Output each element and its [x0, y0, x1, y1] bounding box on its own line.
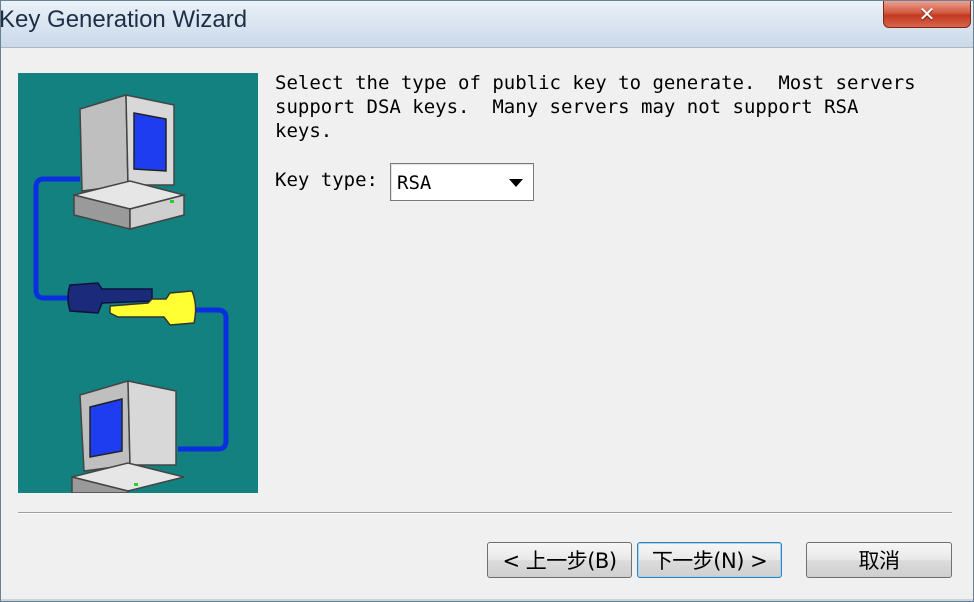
next-button[interactable]: 下一步(N) > — [637, 542, 782, 578]
computer-icon — [73, 93, 187, 230]
computer-icon — [71, 380, 185, 494]
chevron-down-icon[interactable] — [509, 179, 523, 187]
key-type-label: Key type: — [275, 169, 378, 191]
wizard-illustration — [18, 73, 258, 494]
window-title: Key Generation Wizard — [0, 6, 248, 33]
key-type-value: RSA — [397, 172, 432, 194]
close-icon: ✕ — [918, 2, 936, 26]
key-type-select[interactable]: RSA — [390, 163, 534, 201]
wizard-body: Select the type of public key to generat… — [1, 47, 973, 599]
title-bar[interactable]: Key Generation Wizard ✕ — [0, 1, 973, 47]
close-button[interactable]: ✕ — [883, 1, 971, 28]
back-button[interactable]: < 上一步(B) — [487, 542, 632, 578]
separator — [18, 512, 952, 514]
cable-bottom — [178, 307, 229, 452]
wizard-description: Select the type of public key to generat… — [275, 72, 916, 142]
key-icon — [67, 282, 197, 326]
cancel-button[interactable]: 取消 — [806, 542, 952, 578]
wizard-window: Key Generation Wizard ✕ Select the type … — [0, 0, 974, 602]
